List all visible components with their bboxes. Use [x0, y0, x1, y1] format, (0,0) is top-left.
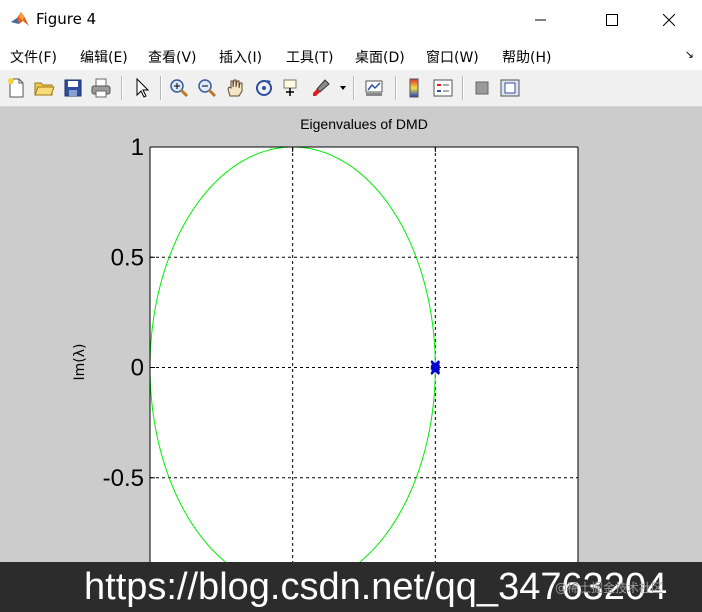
close-button[interactable]: [646, 0, 692, 40]
data-cursor-icon[interactable]: [280, 76, 304, 100]
figure-toolbar: [0, 70, 702, 107]
save-icon[interactable]: [61, 76, 85, 100]
y-axis-label: Im(λ): [72, 344, 88, 381]
brush-icon[interactable]: [309, 76, 333, 100]
menu-insert[interactable]: 插入(I): [219, 47, 262, 67]
window-title: Figure 4: [36, 10, 97, 28]
menu-bar: 文件(F) 编辑(E) 查看(V) 插入(I) 工具(T) 桌面(D) 窗口(W…: [0, 40, 702, 70]
maximize-icon: [606, 14, 618, 26]
minimize-button[interactable]: [518, 0, 564, 40]
plot-title: Eigenvalues of DMD: [300, 116, 428, 132]
title-bar: Figure 4: [0, 0, 702, 40]
link-plot-icon[interactable]: [362, 76, 386, 100]
zoom-in-icon[interactable]: [167, 76, 191, 100]
menu-view[interactable]: 查看(V): [148, 47, 197, 67]
matlab-logo-icon: [11, 12, 29, 26]
menu-tools[interactable]: 工具(T): [286, 47, 333, 67]
pan-hand-icon[interactable]: [223, 76, 247, 100]
show-plot-tools-icon[interactable]: [498, 76, 522, 100]
y-tick-label: 1: [131, 134, 144, 161]
watermark-band: https://blog.csdn.net/qq_34763204 @稀土掘金技…: [0, 562, 702, 612]
toolbar-separator: [121, 76, 123, 100]
close-icon: [663, 14, 675, 26]
zoom-out-icon[interactable]: [195, 76, 219, 100]
menu-file[interactable]: 文件(F): [10, 47, 57, 67]
watermark-community: @稀土掘金技术社区: [555, 581, 664, 595]
y-tick-label: -0.5: [103, 465, 144, 492]
maximize-button[interactable]: [589, 0, 635, 40]
pointer-icon[interactable]: [129, 76, 153, 100]
minimize-icon: [535, 19, 546, 21]
rotate-3d-icon[interactable]: [252, 76, 276, 100]
toolbar-separator: [353, 76, 355, 100]
legend-icon[interactable]: [431, 76, 455, 100]
colorbar-icon[interactable]: [402, 76, 426, 100]
toolbar-separator: [160, 76, 162, 100]
eigenvalue-plot[interactable]: 1 0.5 0 -0.5 Eigenvalues of DMD Im(λ): [0, 107, 702, 562]
figure-canvas[interactable]: 1 0.5 0 -0.5 Eigenvalues of DMD Im(λ): [0, 107, 702, 562]
new-figure-icon[interactable]: [4, 76, 28, 100]
y-tick-label: 0: [131, 355, 144, 382]
open-file-icon[interactable]: [32, 76, 56, 100]
toolbar-separator: [395, 76, 397, 100]
brush-dropdown-icon[interactable]: [339, 85, 347, 91]
menubar-dock-arrow-icon[interactable]: ↘: [685, 48, 694, 61]
menu-desktop[interactable]: 桌面(D): [355, 47, 405, 67]
print-icon[interactable]: [89, 76, 113, 100]
axes-background: [150, 147, 578, 562]
toolbar-separator: [462, 76, 464, 100]
menu-window[interactable]: 窗口(W): [426, 47, 479, 67]
hide-plot-tools-icon[interactable]: [470, 76, 494, 100]
y-tick-label: 0.5: [111, 244, 144, 271]
menu-help[interactable]: 帮助(H): [502, 47, 551, 67]
menu-edit[interactable]: 编辑(E): [80, 47, 128, 67]
